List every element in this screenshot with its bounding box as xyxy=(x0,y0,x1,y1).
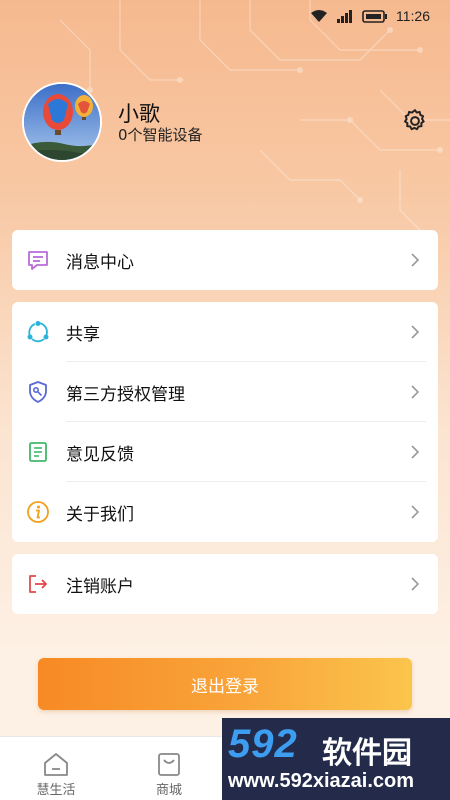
settings-gear-icon[interactable] xyxy=(402,108,428,134)
chevron-right-icon xyxy=(411,505,420,519)
chevron-right-icon xyxy=(411,385,420,399)
menu-item-feedback[interactable]: 意见反馈 xyxy=(12,422,438,482)
watermark-number: 592 xyxy=(228,722,298,766)
chevron-right-icon xyxy=(411,577,420,591)
avatar[interactable] xyxy=(22,82,102,162)
info-icon xyxy=(27,501,49,523)
profile-header: 小歌 0个智能设备 xyxy=(22,82,432,162)
logout-button[interactable]: 退出登录 xyxy=(38,658,412,710)
menu-card-account: 注销账户 xyxy=(12,554,438,614)
menu-item-label: 意见反馈 xyxy=(66,444,134,465)
signal-icon xyxy=(337,10,352,23)
menu-item-delete-account[interactable]: 注销账户 xyxy=(12,554,438,614)
tab-label: 商城 xyxy=(155,783,182,798)
battery-icon xyxy=(362,10,387,23)
menu-card-main: 共享 第三方授权管理 意见反馈 关于我们 xyxy=(12,302,438,542)
shop-bag-icon xyxy=(158,753,180,776)
menu-item-label: 消息中心 xyxy=(66,252,134,273)
status-bar: 11:26 xyxy=(0,0,450,32)
menu-item-message-center[interactable]: 消息中心 xyxy=(12,230,438,290)
home-icon xyxy=(44,753,68,776)
menu-item-label: 共享 xyxy=(66,324,100,345)
watermark-url: www.592xiazai.com xyxy=(228,770,415,792)
chevron-right-icon xyxy=(411,253,420,267)
menu-item-label: 关于我们 xyxy=(66,504,134,525)
watermark-site-name: 软件园 xyxy=(322,736,412,771)
chevron-right-icon xyxy=(411,325,420,339)
menu-item-about-us[interactable]: 关于我们 xyxy=(12,482,438,542)
message-icon xyxy=(28,251,48,270)
menu-item-label: 注销账户 xyxy=(66,576,134,597)
key-shield-icon xyxy=(29,381,47,403)
watermark: 592 软件园 www.592xiazai.com xyxy=(222,718,450,800)
tab-smart-life[interactable]: 慧生活 xyxy=(26,751,86,798)
menu-item-third-party-auth[interactable]: 第三方授权管理 xyxy=(12,362,438,422)
feedback-doc-icon xyxy=(29,442,47,462)
share-icon xyxy=(27,321,49,343)
hot-air-balloon-image xyxy=(24,84,100,160)
menu-item-label: 第三方授权管理 xyxy=(66,384,185,405)
logout-icon xyxy=(29,575,47,593)
status-time: 11:26 xyxy=(396,8,430,24)
tab-label: 慧生活 xyxy=(36,783,76,798)
chevron-right-icon xyxy=(411,445,420,459)
tab-shop[interactable]: 商城 xyxy=(139,751,199,798)
wifi-icon xyxy=(311,10,327,22)
menu-item-share[interactable]: 共享 xyxy=(12,302,438,362)
device-count: 0个智能设备 xyxy=(118,126,203,144)
menu-card-messages: 消息中心 xyxy=(12,230,438,290)
